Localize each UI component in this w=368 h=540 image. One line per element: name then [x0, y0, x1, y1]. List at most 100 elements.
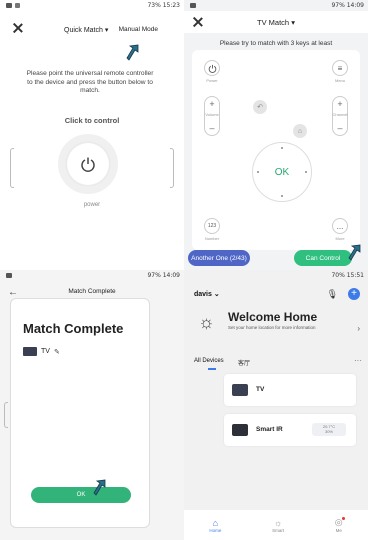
- tv-icon: [23, 347, 37, 356]
- dpad[interactable]: OK: [252, 142, 312, 202]
- match-complete-card: Match Complete TV ✎ OK: [10, 298, 150, 528]
- channel-label: Channel: [332, 112, 348, 117]
- click-to-control-label: Click to control: [64, 116, 120, 125]
- home-top-bar: davis ⌄ 🎙 +: [194, 288, 360, 304]
- quick-match-screen: 73% 15:23 Quick Match ▾ Manual Mode Plea…: [0, 0, 184, 270]
- device-name: Smart IR: [256, 426, 283, 433]
- another-one-button[interactable]: Another One (2/43): [188, 250, 250, 266]
- right-edge-handle: [170, 148, 174, 188]
- volume-label: Volume: [205, 112, 219, 117]
- home-button[interactable]: ⌂: [293, 124, 307, 138]
- sun-icon: ☼: [198, 312, 215, 332]
- pointer-arrow-icon: [93, 479, 107, 497]
- nav-smart[interactable]: ☼ Smart: [272, 518, 284, 533]
- pointer-arrow-icon: [126, 44, 140, 62]
- welcome-title: Welcome Home: [228, 310, 318, 324]
- dpad-down[interactable]: [281, 195, 283, 197]
- status-bar: 73% 15:23: [0, 0, 184, 10]
- nav-home[interactable]: ⌂ Home: [209, 518, 221, 533]
- header-bar: Quick Match ▾ Manual Mode: [0, 16, 184, 40]
- home-icon: ⌂: [212, 517, 219, 528]
- device-card-smart-ir[interactable]: Smart IR 20.7°C 30%: [224, 414, 356, 446]
- dpad-right[interactable]: [305, 171, 307, 173]
- status-bar: 97% 14:09: [184, 0, 368, 10]
- more-label: More: [335, 236, 345, 241]
- status-bar: 97% 14:09: [0, 270, 184, 280]
- chevron-down-icon: ▾: [291, 18, 295, 27]
- device-row: TV ✎: [23, 347, 60, 356]
- bottom-nav: ⌂ Home ☼ Smart ◎ Me: [184, 510, 368, 540]
- back-icon: ↶: [257, 104, 263, 111]
- chevron-down-icon: ⌄: [213, 291, 220, 298]
- more-button[interactable]: ...: [332, 218, 348, 234]
- device-tabs: All Devices 客厅 ···: [194, 356, 362, 372]
- dpad-left[interactable]: [257, 171, 259, 173]
- gallery-status-icon: [190, 2, 196, 8]
- welcome-banner[interactable]: ☼ Welcome Home Set your home location fo…: [194, 308, 362, 348]
- left-edge-handle: [4, 402, 8, 428]
- ok-button[interactable]: OK: [31, 487, 131, 503]
- header-bar: TV Match ▾: [184, 11, 368, 33]
- gallery-status-icon: [6, 2, 12, 8]
- left-edge-handle: [10, 148, 14, 188]
- menu-icon: ≡: [337, 63, 343, 73]
- power-button[interactable]: [58, 134, 118, 194]
- smart-icon: ☼: [273, 517, 283, 528]
- match-complete-screen: 97% 14:09 ← Match Complete Match Complet…: [0, 270, 184, 540]
- microphone-icon[interactable]: 🎙: [327, 289, 338, 300]
- status-battery-time: 73% 15:23: [147, 1, 180, 9]
- plus-icon: +: [337, 99, 343, 109]
- home-icon: ⌂: [297, 127, 303, 135]
- power-button[interactable]: [204, 60, 220, 76]
- gallery-status-icon: [6, 272, 12, 278]
- close-icon[interactable]: [12, 22, 24, 34]
- instruction-text: Please point the universal remote contro…: [26, 70, 154, 94]
- status-battery-time: 97% 14:09: [147, 271, 180, 279]
- more-icon[interactable]: ···: [354, 356, 362, 365]
- welcome-subtitle: Set your home location for more informat…: [228, 325, 316, 330]
- tv-icon: [232, 384, 248, 396]
- power-icon: [81, 157, 95, 172]
- sensor-readout: 20.7°C 30%: [312, 423, 346, 436]
- ok-button[interactable]: OK: [275, 167, 289, 178]
- page-title[interactable]: Quick Match ▾: [64, 26, 108, 34]
- page-title[interactable]: TV Match ▾: [184, 18, 368, 27]
- match-complete-heading: Match Complete: [23, 321, 124, 336]
- notification-status-icon: [15, 2, 20, 8]
- power-label: power: [83, 202, 101, 208]
- device-card-tv[interactable]: TV: [224, 374, 356, 406]
- remote-panel: Power ≡ Menu + – Volume + – Channel ↶ ⌂ OK…: [192, 50, 360, 250]
- edit-pencil-icon[interactable]: ✎: [54, 348, 60, 356]
- nav-me[interactable]: ◎ Me: [335, 517, 345, 533]
- home-selector[interactable]: davis ⌄: [194, 290, 220, 298]
- tab-all-devices[interactable]: All Devices: [194, 358, 224, 364]
- notification-badge: [341, 517, 345, 520]
- status-battery-time: 97% 14:09: [331, 1, 364, 9]
- device-name: TV: [256, 386, 265, 393]
- can-control-button[interactable]: Can Control: [294, 250, 352, 266]
- chevron-right-icon: ›: [357, 324, 360, 333]
- tab-room[interactable]: 客厅: [238, 358, 250, 367]
- number-button[interactable]: 123: [204, 218, 220, 234]
- number-label: Number: [204, 236, 220, 241]
- chevron-down-icon: ▾: [104, 27, 109, 34]
- page-title: Match Complete: [68, 288, 116, 295]
- back-button[interactable]: ↶: [253, 100, 267, 114]
- home-screen: 70% 15:51 davis ⌄ 🎙 + ☼ Welcome Home Set…: [184, 270, 368, 540]
- screenshot-grid: 73% 15:23 Quick Match ▾ Manual Mode Plea…: [0, 0, 368, 540]
- power-icon: [208, 64, 216, 73]
- menu-label: Menu: [334, 78, 345, 83]
- device-name: TV: [41, 348, 50, 355]
- minus-icon: –: [337, 123, 343, 133]
- minus-icon: –: [209, 123, 215, 133]
- manual-mode-link[interactable]: Manual Mode: [119, 26, 158, 33]
- status-battery-time: 70% 15:51: [331, 271, 364, 279]
- add-device-button[interactable]: +: [348, 288, 360, 300]
- active-tab-indicator: [208, 368, 216, 370]
- dpad-up[interactable]: [281, 147, 283, 149]
- status-bar: 70% 15:51: [184, 270, 368, 280]
- tv-match-screen: 97% 14:09 TV Match ▾ Please try to match…: [184, 0, 368, 270]
- plus-icon: +: [209, 99, 215, 109]
- menu-button[interactable]: ≡: [332, 60, 348, 76]
- smart-ir-icon: [232, 424, 248, 436]
